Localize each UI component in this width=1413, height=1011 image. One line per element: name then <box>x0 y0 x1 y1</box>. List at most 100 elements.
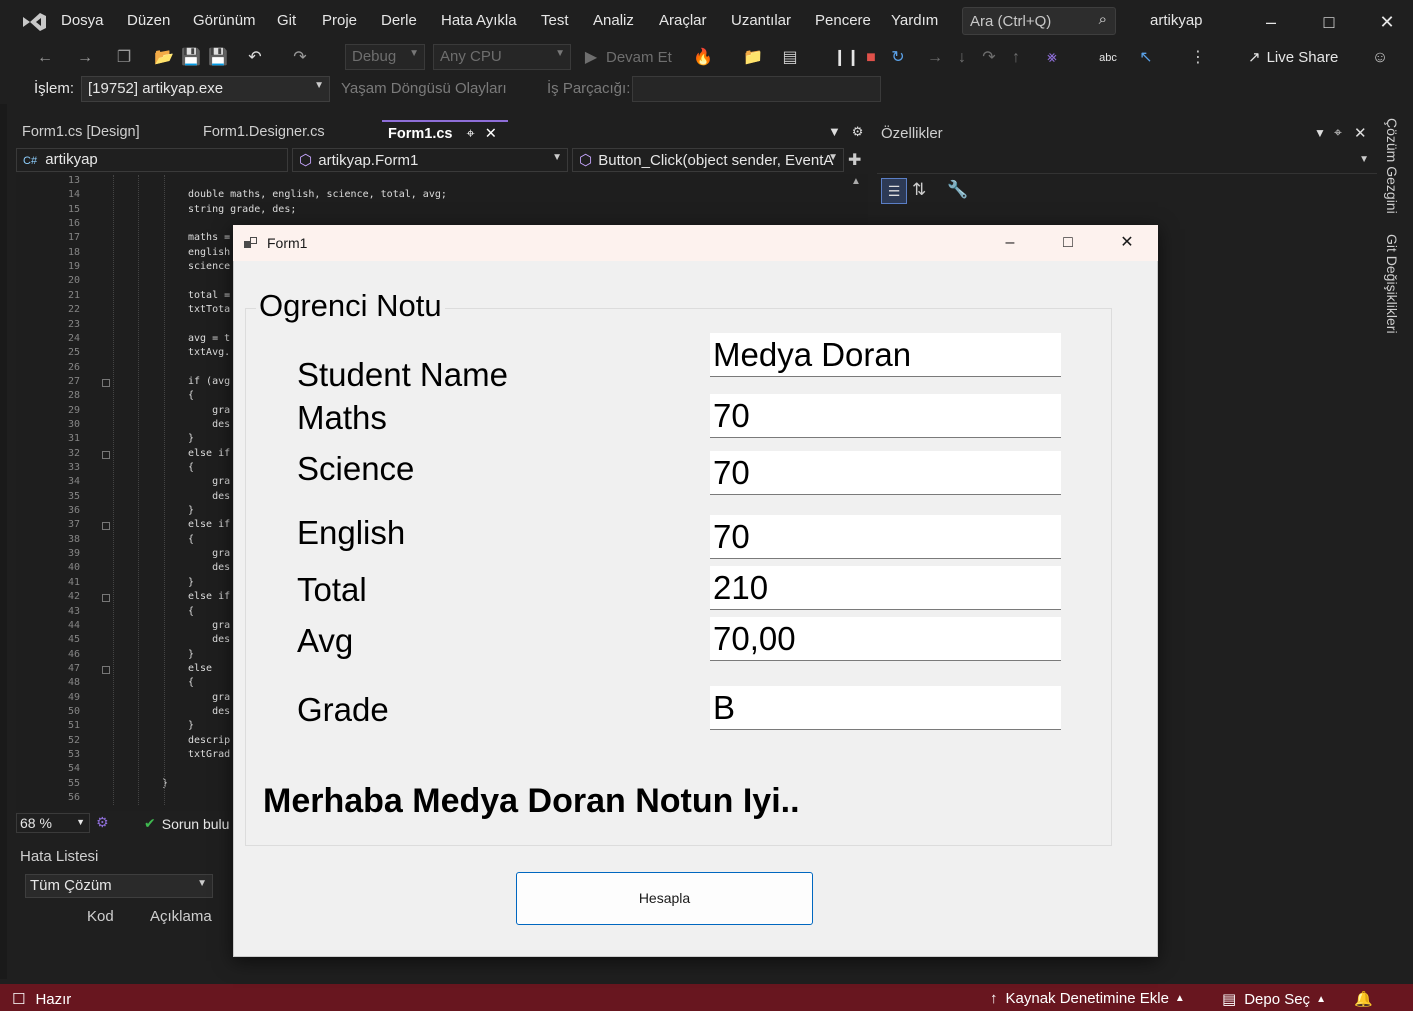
column-description[interactable]: Açıklama <box>150 908 212 925</box>
scroll-up-icon[interactable]: ▲ <box>851 176 861 187</box>
step-over-icon[interactable]: ↷ <box>978 47 1000 69</box>
close-icon[interactable]: ✕ <box>1367 6 1407 38</box>
diagnostics-icon[interactable]: ⨳ <box>1041 47 1063 69</box>
save-icon[interactable]: 💾 <box>180 47 202 69</box>
continue-button[interactable]: Devam Et <box>606 49 672 66</box>
english-field[interactable]: 70 <box>710 515 1061 559</box>
properties-object-combo[interactable]: ▼ <box>877 148 1377 174</box>
pin-icon[interactable]: ⌖ <box>467 126 475 142</box>
search-placeholder: Ara (Ctrl+Q) <box>970 13 1052 30</box>
properties-menu-icon[interactable]: ▼ <box>1314 126 1326 140</box>
close-panel-icon[interactable]: ✕ <box>1354 124 1367 142</box>
solution-explorer-tab[interactable]: Çözüm Gezgini <box>1384 118 1400 214</box>
stop-icon[interactable]: ■ <box>860 47 882 69</box>
line-number: 27 <box>67 375 80 387</box>
menu-edit[interactable]: Düzen <box>127 12 170 29</box>
categorized-icon[interactable]: ☰ <box>881 178 907 204</box>
tab-form1-cs[interactable]: Form1.cs ⌖ ✕ <box>382 120 508 146</box>
grade-field[interactable]: B <box>710 686 1061 730</box>
step-into-icon[interactable]: ↓ <box>951 47 973 69</box>
tab-form1-design[interactable]: Form1.cs [Design] <box>16 120 194 146</box>
collapse-icon[interactable] <box>102 522 110 531</box>
pin-panel-icon[interactable]: ⌖ <box>1334 124 1342 141</box>
forward-icon[interactable]: → <box>74 47 96 69</box>
live-share-button[interactable]: ↗ Live Share <box>1248 48 1338 67</box>
select-repo-button[interactable]: ▤ Depo Seç ▲ <box>1222 990 1326 1009</box>
column-code[interactable]: Kod <box>87 908 114 925</box>
minimize-icon[interactable]: – <box>1251 6 1291 38</box>
save-all-icon[interactable]: 💾 <box>207 47 229 69</box>
menu-debug[interactable]: Hata Ayıkla <box>441 12 517 29</box>
notifications-icon[interactable]: 🔔 <box>1354 990 1373 1008</box>
visual-studio-logo-icon[interactable] <box>20 10 48 34</box>
tab-overflow-icon[interactable]: ▼ ⚙ <box>828 124 863 140</box>
process-combo[interactable]: [19752] artikyap.exe ▼ <box>81 76 330 102</box>
redo-icon[interactable]: ↷ <box>289 47 311 69</box>
step-out-icon[interactable]: ↑ <box>1005 47 1027 69</box>
code-line: else if <box>188 447 231 459</box>
search-box[interactable]: Ara (Ctrl+Q) ⌕ <box>962 7 1116 35</box>
pause-icon[interactable]: ❙❙ <box>833 47 860 69</box>
split-icon[interactable]: ✚ <box>848 150 861 170</box>
issues-status[interactable]: ✔ Sorun bulu <box>144 815 229 832</box>
form-maximize-icon[interactable]: □ <box>1045 230 1091 256</box>
student-name-field[interactable]: Medya Doran <box>710 333 1061 377</box>
menu-extensions[interactable]: Uzantılar <box>731 12 791 29</box>
git-changes-tab[interactable]: Git Değişiklikleri <box>1384 234 1400 334</box>
error-scope-combo[interactable]: Tüm Çözüm ▼ <box>25 874 213 898</box>
platform-combo[interactable]: Any CPU ▼ <box>433 44 571 70</box>
menu-test[interactable]: Test <box>541 12 569 29</box>
member-nav-combo[interactable]: ⬡ Button_Click(object sender, EventA ▼ <box>572 148 844 172</box>
collapse-icon[interactable] <box>102 594 110 603</box>
close-tab-icon[interactable]: ✕ <box>485 126 497 142</box>
tab-form1-designer[interactable]: Form1.Designer.cs <box>197 120 380 146</box>
thread-combo[interactable] <box>632 76 881 102</box>
step-next-icon[interactable]: → <box>924 47 946 69</box>
play-icon[interactable]: ▶ <box>580 47 602 69</box>
back-icon[interactable]: ← <box>34 47 56 69</box>
hot-reload-icon[interactable]: 🔥 <box>692 47 714 69</box>
folder-icon[interactable]: 📁 <box>742 47 764 69</box>
chevron-down-icon: ▼ <box>76 817 85 827</box>
menu-tools[interactable]: Araçlar <box>659 12 707 29</box>
zoom-combo[interactable]: 68 % ▼ <box>16 813 90 833</box>
avg-field[interactable]: 70,00 <box>710 617 1061 661</box>
menu-view[interactable]: Görünüm <box>193 12 256 29</box>
undo-icon[interactable]: ↶ <box>244 47 266 69</box>
menu-file[interactable]: Dosya <box>61 12 104 29</box>
more-icon[interactable]: ⋮ <box>1187 47 1209 69</box>
menu-window[interactable]: Pencere <box>815 12 871 29</box>
restart-icon[interactable]: ↻ <box>887 47 909 69</box>
select-icon[interactable]: ↖ <box>1135 47 1157 69</box>
menu-build[interactable]: Derle <box>381 12 417 29</box>
window-layout-icon[interactable]: ▤ <box>779 47 801 69</box>
spell-check-icon[interactable]: abc <box>1097 47 1119 69</box>
intellicode-icon[interactable]: ⚙ <box>96 814 109 831</box>
maximize-icon[interactable]: □ <box>1309 6 1349 38</box>
search-icon: ⌕ <box>1098 11 1107 28</box>
menu-git[interactable]: Git <box>277 12 296 29</box>
total-field[interactable]: 210 <box>710 566 1061 610</box>
collapse-icon[interactable] <box>102 378 110 387</box>
maths-field[interactable]: 70 <box>710 394 1061 438</box>
form-close-icon[interactable]: ✕ <box>1104 230 1150 256</box>
property-pages-icon[interactable]: 🔧 <box>947 180 968 200</box>
menu-project[interactable]: Proje <box>322 12 357 29</box>
lifecycle-events-button[interactable]: Yaşam Döngüsü Olayları <box>341 80 507 97</box>
form-minimize-icon[interactable]: – <box>987 230 1033 256</box>
project-nav-combo[interactable]: C# artikyap <box>16 148 288 172</box>
collapse-icon[interactable] <box>102 450 110 459</box>
class-nav-combo[interactable]: ⬡ artikyap.Form1 ▼ <box>292 148 568 172</box>
menu-help[interactable]: Yardım <box>891 12 938 29</box>
menu-analyze[interactable]: Analiz <box>593 12 634 29</box>
alphabetical-icon[interactable]: ⇅ <box>912 180 926 200</box>
configuration-combo[interactable]: Debug ▼ <box>345 44 425 70</box>
science-field[interactable]: 70 <box>710 451 1061 495</box>
new-project-icon[interactable]: ❐ <box>113 47 135 69</box>
feedback-icon[interactable]: ☺ <box>1369 47 1391 69</box>
open-folder-icon[interactable]: 📂 <box>153 47 175 69</box>
calculate-button[interactable]: Hesapla <box>516 872 813 925</box>
code-line: descrip <box>188 734 231 746</box>
add-source-control-button[interactable]: ↑ Kaynak Denetimine Ekle ▲ <box>990 990 1185 1007</box>
collapse-icon[interactable] <box>102 665 110 674</box>
